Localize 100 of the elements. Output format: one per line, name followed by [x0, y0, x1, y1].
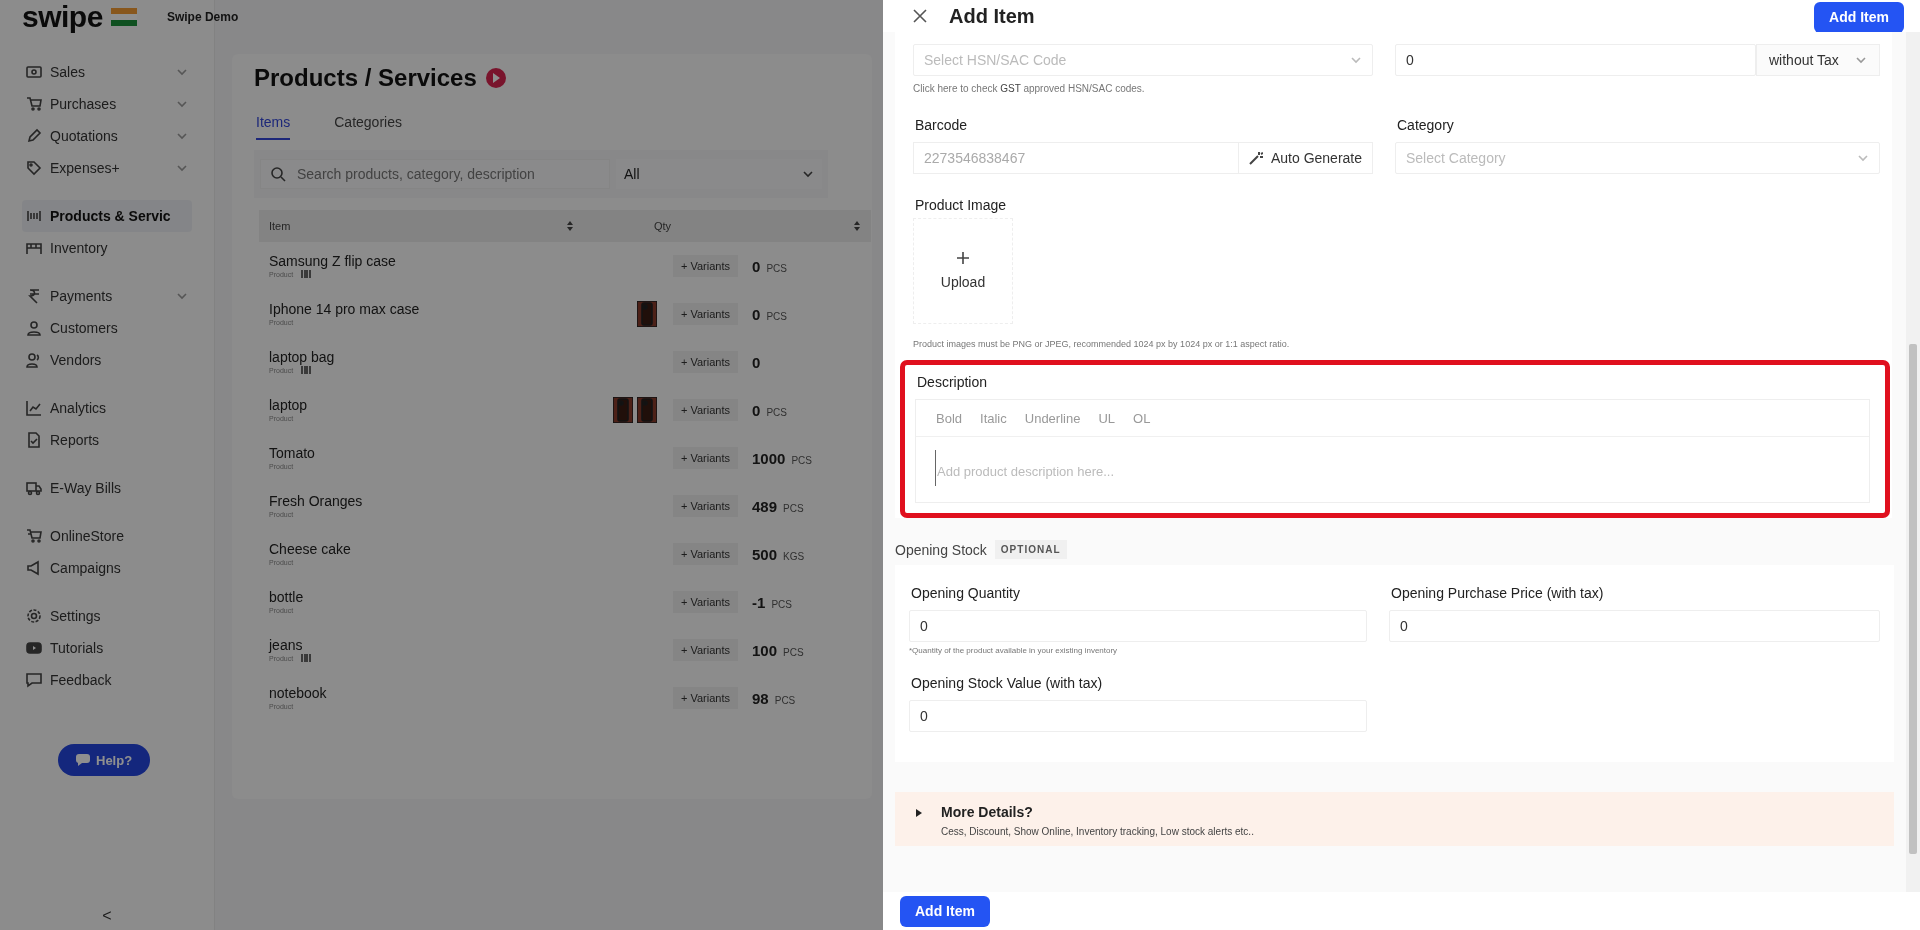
product-name[interactable]: Samsung Z flip case: [269, 253, 396, 269]
field-label: Category: [1397, 117, 1455, 133]
chevron-down-icon: [1855, 54, 1867, 66]
variants-button[interactable]: + Variants: [673, 351, 739, 373]
product-name[interactable]: jeans: [269, 637, 312, 653]
more-details-title: More Details?: [941, 804, 1034, 820]
product-name[interactable]: bottle: [269, 589, 304, 605]
input-field[interactable]: 0: [909, 610, 1367, 642]
quantity: 98: [752, 689, 769, 707]
quantity: 500: [752, 545, 778, 563]
column-header: Qty: [654, 220, 672, 232]
sidebar-item[interactable]: Campaigns: [22, 552, 192, 584]
sort-icon: [853, 220, 861, 232]
product-name[interactable]: laptop bag: [269, 349, 335, 365]
field-label: Barcode: [915, 117, 969, 133]
logo-text: swipe: [22, 0, 103, 34]
sidebar-item[interactable]: Purchases: [22, 88, 192, 120]
play-icon: [26, 640, 42, 656]
megaphone-icon: [26, 560, 42, 576]
product-name[interactable]: laptop: [269, 397, 308, 413]
quantity: 0: [752, 257, 761, 275]
add-item-button[interactable]: Add Item: [1814, 1, 1904, 33]
product-name[interactable]: Fresh Oranges: [269, 493, 363, 509]
variants-button[interactable]: + Variants: [673, 639, 739, 661]
unit-label: PCS: [791, 454, 812, 466]
product-name[interactable]: notebook: [269, 685, 327, 701]
search-field[interactable]: Search products, category, description: [260, 159, 610, 189]
help-button[interactable]: Help?: [58, 744, 151, 776]
field-label: Product Image: [915, 197, 1008, 213]
input-field[interactable]: 0: [909, 700, 1367, 732]
sidebar-item[interactable]: Inventory: [22, 232, 192, 264]
variants-button[interactable]: + Variants: [673, 255, 739, 277]
field-label: Opening Stock Value (with tax): [911, 675, 1104, 691]
price-field[interactable]: 0: [1395, 44, 1756, 76]
unit-label: PCS: [771, 598, 792, 610]
quantity: 100: [752, 641, 778, 659]
toolbar-button[interactable]: Bold: [936, 410, 963, 426]
document-icon: [26, 432, 42, 448]
variants-button[interactable]: + Variants: [673, 687, 739, 709]
scrollbar[interactable]: [1906, 32, 1920, 892]
variants-button[interactable]: + Variants: [673, 447, 739, 469]
chat-icon: [76, 754, 90, 766]
variants-button[interactable]: + Variants: [673, 591, 739, 613]
unit-label: PCS: [766, 262, 787, 274]
sidebar-item[interactable]: Analytics: [22, 392, 192, 424]
field-label: Description: [917, 374, 989, 390]
flag-icon: [110, 8, 137, 26]
sidebar-item[interactable]: Expenses+: [22, 152, 192, 184]
chevron-down-icon: [1350, 54, 1362, 66]
toolbar-button[interactable]: Italic: [980, 410, 1007, 426]
sidebar-item[interactable]: Sales: [22, 56, 192, 88]
sidebar-item[interactable]: E-Way Bills: [22, 472, 192, 504]
sidebar-item[interactable]: Products & Servic: [22, 200, 192, 232]
product-name[interactable]: Cheese cake: [269, 541, 351, 557]
product-name[interactable]: Iphone 14 pro max case: [269, 301, 420, 317]
toolbar-button[interactable]: UL: [1098, 410, 1116, 426]
caret-right-icon: [915, 808, 923, 818]
sidebar-item[interactable]: Settings: [22, 600, 192, 632]
unit-label: PCS: [783, 502, 804, 514]
description-editor[interactable]: Bold Italic Underline UL OL Add product description here...: [915, 399, 1870, 503]
field-label: Opening Quantity: [911, 585, 1021, 601]
tab[interactable]: Categories: [334, 114, 402, 140]
rupee-icon: [26, 288, 42, 304]
unit-label: KGS: [783, 550, 805, 562]
sidebar-item[interactable]: Feedback: [22, 664, 192, 696]
warehouse-icon: [26, 240, 42, 256]
sidebar-item[interactable]: Quotations: [22, 120, 192, 152]
hsn-hint[interactable]: Click here to check GST approved HSN/SAC codes.: [913, 83, 1373, 94]
upload-button[interactable]: Upload: [913, 218, 1013, 324]
sidebar-item[interactable]: Vendors: [22, 344, 192, 376]
more-details-panel[interactable]: More Details? Cess, Discount, Show Online, Inventory tracking, Low stock alerts etc..: [895, 792, 1894, 846]
collapse-button[interactable]: <: [96, 906, 118, 926]
tab[interactable]: Items: [256, 114, 291, 140]
barcode-field[interactable]: 2273546838467: [913, 142, 1238, 174]
quantity: 1000: [752, 449, 786, 467]
product-name[interactable]: Tomato: [269, 445, 315, 461]
search-icon: [270, 166, 286, 182]
tax-dropdown[interactable]: without Tax: [1756, 44, 1880, 76]
chart-icon: [26, 400, 42, 416]
toolbar-button[interactable]: Underline: [1024, 410, 1081, 426]
sidebar-item[interactable]: Customers: [22, 312, 192, 344]
chevron-down-icon: [802, 168, 814, 180]
sidebar-item[interactable]: OnlineStore: [22, 520, 192, 552]
unit-label: PCS: [766, 406, 787, 418]
box-icon: [26, 208, 42, 224]
field-label: Opening Purchase Price (with tax): [1391, 585, 1605, 601]
input-field[interactable]: 0: [1389, 610, 1880, 642]
add-item-button[interactable]: Add Item: [900, 895, 990, 927]
auto-generate-button[interactable]: Auto Generate: [1237, 142, 1373, 174]
sidebar-item[interactable]: Payments: [22, 280, 192, 312]
variants-button[interactable]: + Variants: [673, 543, 739, 565]
toolbar-button[interactable]: OL: [1133, 410, 1151, 426]
column-header: Item: [269, 220, 291, 232]
quantity: 489: [752, 497, 778, 515]
variants-button[interactable]: + Variants: [673, 303, 739, 325]
variants-button[interactable]: + Variants: [673, 495, 739, 517]
play-icon: [484, 67, 507, 89]
sidebar-item[interactable]: Reports: [22, 424, 192, 456]
sidebar-item[interactable]: Tutorials: [22, 632, 192, 664]
variants-button[interactable]: + Variants: [673, 399, 739, 421]
